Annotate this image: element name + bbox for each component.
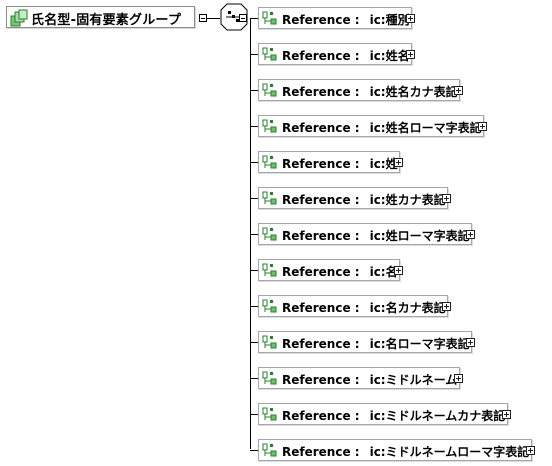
element-reference-icon	[262, 335, 277, 349]
branch-line	[250, 450, 258, 451]
element-reference-icon	[262, 83, 277, 97]
element-reference-node[interactable]: Reference : ic:名カナ表記	[258, 295, 448, 317]
element-reference-node[interactable]: Reference : ic:ミドルネームローマ字表記	[258, 439, 532, 461]
expand-toggle[interactable]	[442, 194, 451, 203]
element-reference-name: ic:姓ローマ字表記	[369, 229, 470, 243]
element-reference-name: ic:種別	[369, 13, 410, 27]
element-reference-node[interactable]: Reference : ic:名ローマ字表記	[258, 331, 472, 353]
expand-toggle[interactable]	[394, 266, 403, 275]
element-reference-name: ic:姓カナ表記	[369, 193, 446, 207]
element-reference-icon	[262, 155, 277, 169]
element-reference-icon	[262, 191, 277, 205]
expand-toggle[interactable]	[502, 410, 511, 419]
element-reference-node[interactable]: Reference : ic:姓	[258, 151, 400, 173]
element-reference-label: Reference : ic:姓	[282, 155, 398, 172]
reference-prefix: Reference :	[282, 265, 360, 279]
branch-line	[250, 414, 258, 415]
element-reference-icon	[262, 299, 277, 313]
element-reference-icon	[262, 443, 277, 457]
branch-line	[250, 162, 258, 163]
element-reference-node[interactable]: Reference : ic:姓ローマ字表記	[258, 223, 472, 245]
element-reference-icon	[262, 263, 277, 277]
element-reference-name: ic:ミドルネームローマ字表記	[369, 445, 530, 459]
expand-toggle[interactable]	[478, 122, 487, 131]
element-reference-label: Reference : ic:姓名ローマ字表記	[282, 119, 482, 136]
element-reference-icon	[262, 119, 277, 133]
element-reference-label: Reference : ic:名ローマ字表記	[282, 335, 470, 352]
root-type-node[interactable]: 氏名型-固有要素グループ	[6, 6, 195, 28]
element-reference-name: ic:姓名	[369, 49, 410, 63]
reference-prefix: Reference :	[282, 49, 360, 63]
element-reference-name: ic:名ローマ字表記	[369, 337, 470, 351]
expand-toggle[interactable]	[454, 374, 463, 383]
branch-line	[250, 198, 258, 199]
element-reference-name: ic:ミドルネーム	[369, 373, 458, 387]
branch-line	[250, 90, 258, 91]
complex-type-group-icon	[10, 9, 28, 27]
element-reference-label: Reference : ic:種別	[282, 11, 410, 28]
reference-prefix: Reference :	[282, 445, 360, 459]
element-reference-node[interactable]: Reference : ic:姓名カナ表記	[258, 79, 460, 101]
reference-prefix: Reference :	[282, 409, 360, 423]
element-reference-icon	[262, 407, 277, 421]
element-reference-icon	[262, 47, 277, 61]
element-reference-icon	[262, 227, 277, 241]
branch-line	[250, 234, 258, 235]
expand-toggle[interactable]	[406, 50, 415, 59]
element-reference-name: ic:ミドルネームカナ表記	[369, 409, 506, 423]
branch-line	[250, 18, 258, 19]
reference-prefix: Reference :	[282, 337, 360, 351]
branch-line	[250, 126, 258, 127]
reference-prefix: Reference :	[282, 229, 360, 243]
element-reference-node[interactable]: Reference : ic:姓カナ表記	[258, 187, 448, 209]
reference-prefix: Reference :	[282, 193, 360, 207]
sequence-collapse-toggle[interactable]	[239, 14, 247, 22]
element-reference-label: Reference : ic:姓名	[282, 47, 410, 64]
element-reference-label: Reference : ic:姓名カナ表記	[282, 83, 458, 100]
element-reference-label: Reference : ic:姓カナ表記	[282, 191, 446, 208]
branch-line	[250, 342, 258, 343]
expand-toggle[interactable]	[406, 14, 415, 23]
reference-prefix: Reference :	[282, 13, 360, 27]
expand-toggle[interactable]	[442, 302, 451, 311]
branch-line	[250, 378, 258, 379]
element-reference-label: Reference : ic:名	[282, 263, 398, 280]
element-reference-label: Reference : ic:ミドルネームローマ字表記	[282, 443, 529, 460]
reference-prefix: Reference :	[282, 85, 360, 99]
element-reference-node[interactable]: Reference : ic:種別	[258, 7, 412, 29]
expand-toggle[interactable]	[466, 230, 475, 239]
branch-line	[250, 270, 258, 271]
element-reference-label: Reference : ic:ミドルネーム	[282, 371, 457, 388]
reference-prefix: Reference :	[282, 373, 360, 387]
root-type-label: 氏名型-固有要素グループ	[31, 13, 182, 28]
element-reference-label: Reference : ic:名カナ表記	[282, 299, 446, 316]
element-reference-label: Reference : ic:姓ローマ字表記	[282, 227, 470, 244]
reference-prefix: Reference :	[282, 121, 360, 135]
reference-prefix: Reference :	[282, 157, 360, 171]
expand-toggle[interactable]	[526, 446, 535, 455]
element-reference-name: ic:姓名ローマ字表記	[369, 121, 482, 135]
reference-prefix: Reference :	[282, 301, 360, 315]
element-reference-label: Reference : ic:ミドルネームカナ表記	[282, 407, 505, 424]
element-reference-node[interactable]: Reference : ic:ミドルネームカナ表記	[258, 403, 508, 425]
expand-toggle[interactable]	[394, 158, 403, 167]
element-reference-node[interactable]: Reference : ic:ミドルネーム	[258, 367, 460, 389]
element-reference-name: ic:姓名カナ表記	[369, 85, 458, 99]
element-reference-node[interactable]: Reference : ic:姓名	[258, 43, 412, 65]
branch-line	[250, 54, 258, 55]
element-reference-icon	[262, 371, 277, 385]
element-reference-node[interactable]: Reference : ic:名	[258, 259, 400, 281]
element-reference-node[interactable]: Reference : ic:姓名ローマ字表記	[258, 115, 484, 137]
element-reference-name: ic:名カナ表記	[369, 301, 446, 315]
root-collapse-toggle[interactable]	[199, 14, 207, 22]
branch-line	[250, 306, 258, 307]
element-reference-icon	[262, 11, 277, 25]
expand-toggle[interactable]	[466, 338, 475, 347]
expand-toggle[interactable]	[454, 86, 463, 95]
